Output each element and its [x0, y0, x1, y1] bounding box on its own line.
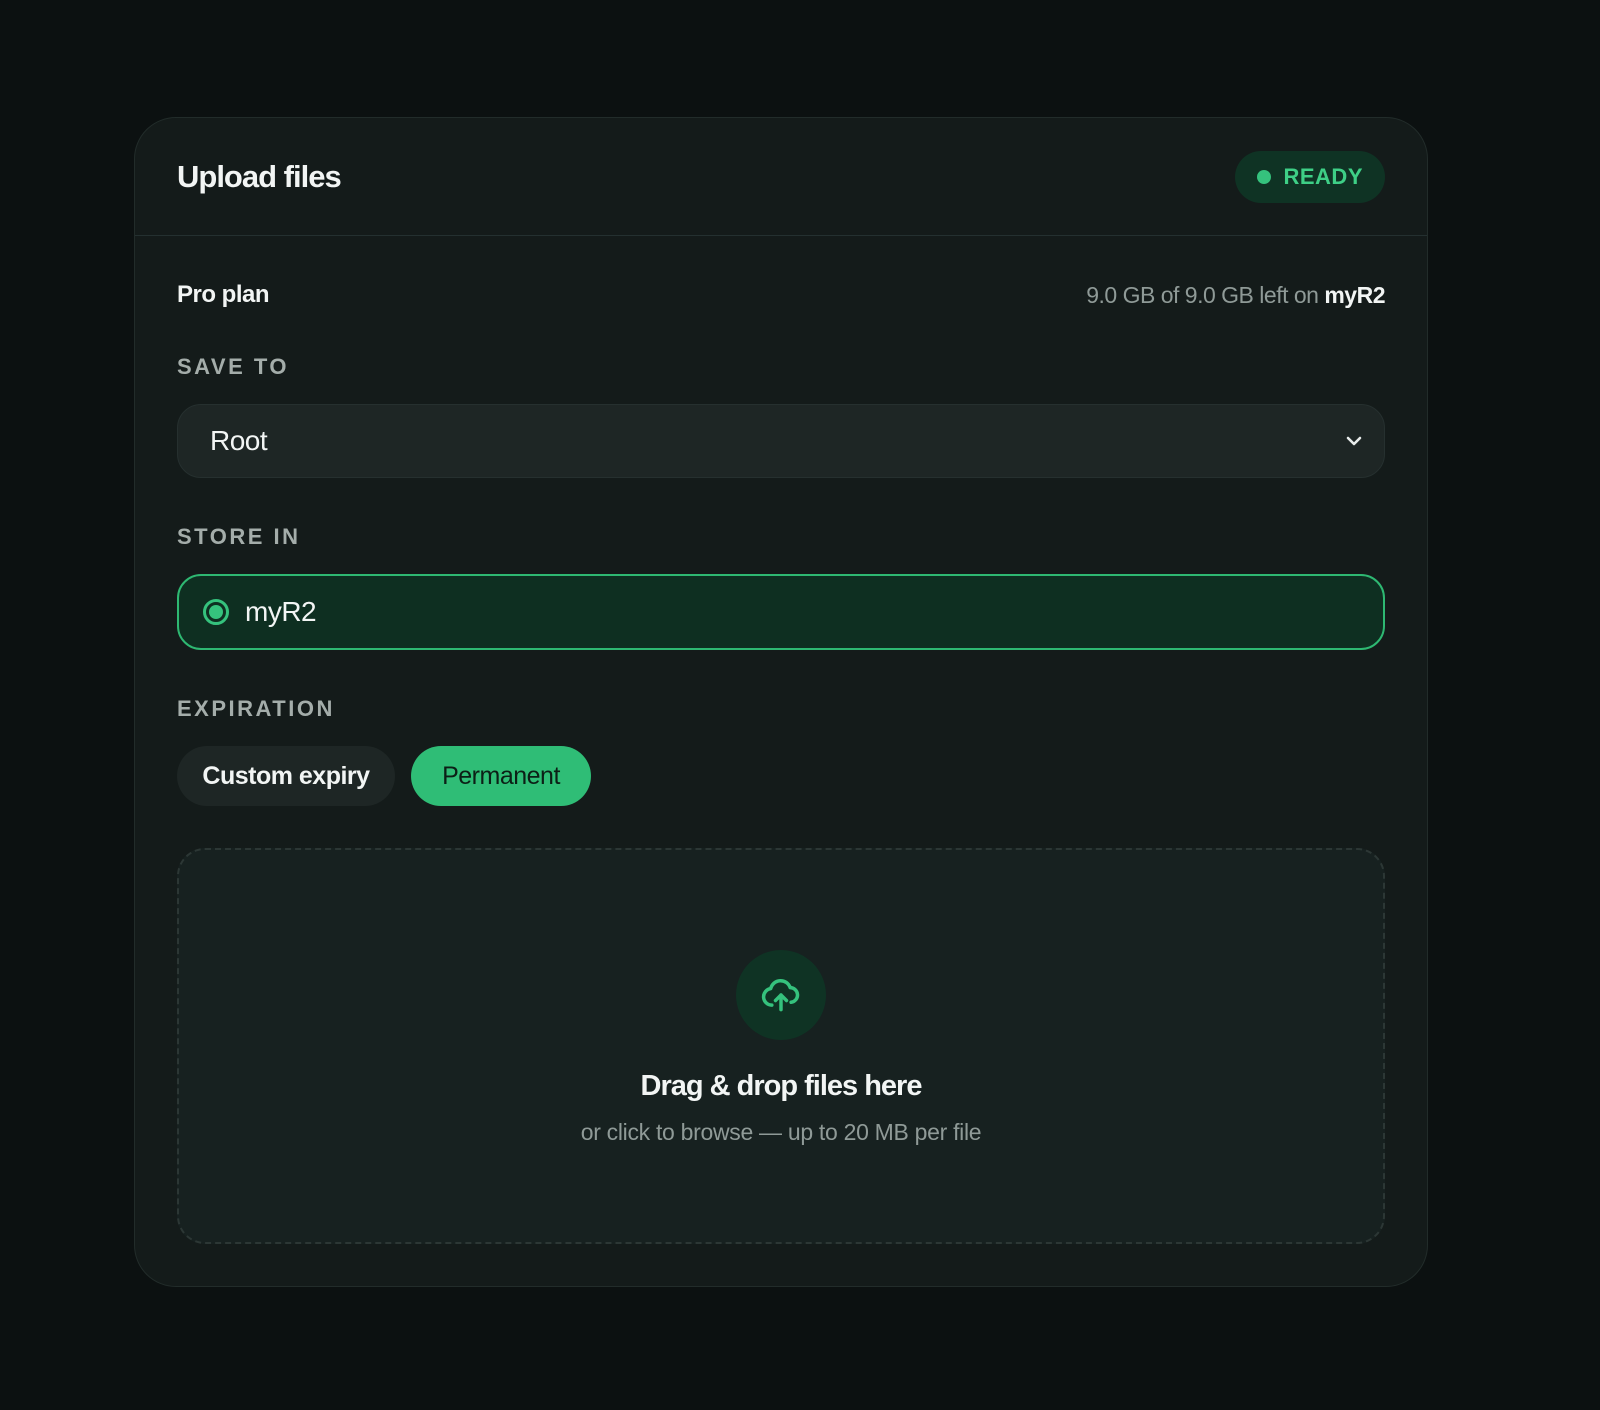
plan-row: Pro plan 9.0 GB of 9.0 GB left on myR2 [177, 280, 1385, 310]
plan-name: Pro plan [177, 281, 270, 308]
quota-text: 9.0 GB of 9.0 GB left on [1086, 281, 1319, 308]
save-to-label: SAVE TO [177, 354, 290, 379]
chevron-down-icon [1346, 436, 1362, 446]
page-title: Upload files [177, 158, 342, 194]
custom-expiry-button[interactable]: Custom expiry [177, 746, 395, 806]
save-to-value: Root [210, 425, 268, 456]
cloud-upload-icon [761, 979, 800, 1012]
card-body: Pro plan 9.0 GB of 9.0 GB left on myR2 S… [135, 280, 1427, 1244]
store-option-label: myR2 [245, 596, 317, 627]
store-in-label: STORE IN [177, 524, 301, 549]
expiration-label: EXPIRATION [177, 696, 335, 721]
file-dropzone[interactable]: Drag & drop files here or click to brows… [177, 848, 1385, 1244]
status-dot-icon [1257, 169, 1272, 184]
upload-icon-circle [736, 950, 826, 1040]
status-badge: READY [1235, 150, 1385, 203]
radio-selected-icon[interactable] [203, 599, 229, 625]
quota-target: myR2 [1324, 281, 1385, 308]
upload-card: Upload files READY Pro plan 9.0 GB of 9.… [134, 117, 1428, 1287]
dropzone-title: Drag & drop files here [640, 1070, 923, 1102]
status-text: READY [1283, 163, 1363, 189]
radio-dot [209, 605, 223, 619]
save-to-select[interactable]: Root [177, 404, 1385, 478]
dropzone-subtitle: or click to browse — up to 20 MB per fil… [580, 1119, 982, 1145]
store-option-myr2[interactable]: myR2 [177, 574, 1385, 650]
storage-quota: 9.0 GB of 9.0 GB left on myR2 [1086, 282, 1385, 309]
permanent-button[interactable]: Permanent [411, 746, 591, 806]
card-header: Upload files READY [135, 118, 1427, 236]
expiration-options: Custom expiry Permanent [177, 746, 1385, 806]
